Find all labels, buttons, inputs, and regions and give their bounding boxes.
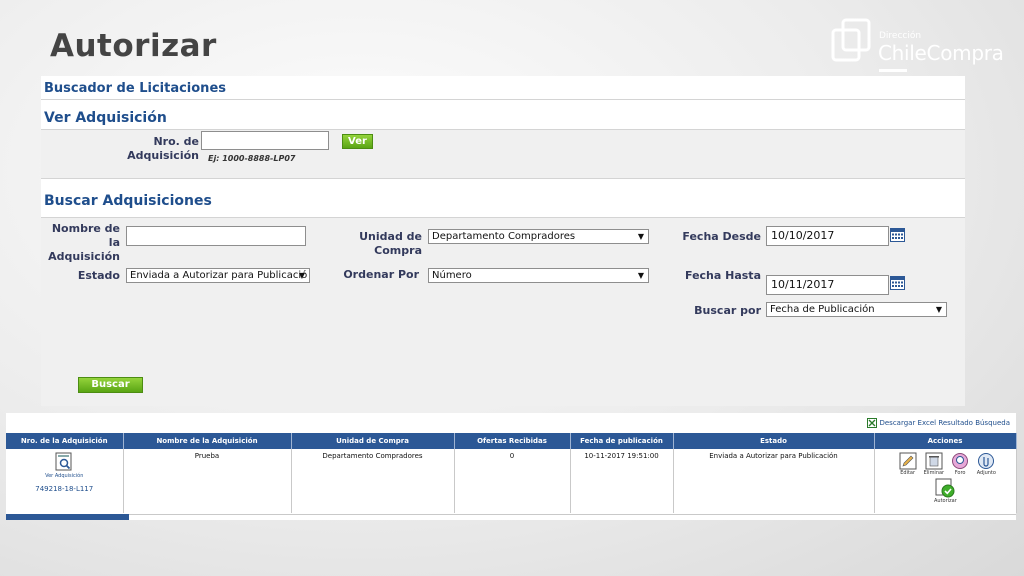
buscador-title: Buscador de Licitaciones <box>41 76 965 100</box>
cell-acciones: Editar Eliminar Foro Adjunto Autorizar <box>874 449 1017 513</box>
cell-ofertas: 0 <box>454 449 571 513</box>
editar-action[interactable]: Editar <box>897 452 919 476</box>
logo-underline <box>879 69 907 72</box>
ver-adquisicion-title: Ver Adquisición <box>41 100 965 130</box>
col-nombre: Nombre de la Adquisición <box>123 433 292 449</box>
excel-icon <box>867 418 878 428</box>
nombre-input[interactable] <box>126 226 306 246</box>
foro-label: Foro <box>954 470 966 476</box>
chevron-down-icon: ▼ <box>637 271 644 280</box>
attachment-icon <box>978 453 995 469</box>
logo-big-text: ChileCompra <box>878 41 1004 65</box>
excel-download-label: Descargar Excel Resultado Búsqueda <box>879 419 1010 427</box>
estado-value: Enviada a Autorizar para Publicació <box>130 270 308 281</box>
ordenar-por-select[interactable]: Número ▼ <box>428 268 649 283</box>
fecha-desde-label: Fecha Desde <box>682 230 761 243</box>
col-unidad: Unidad de Compra <box>291 433 455 449</box>
fecha-desde-input[interactable]: 10/10/2017 <box>766 226 889 246</box>
eliminar-action[interactable]: Eliminar <box>923 452 945 476</box>
delete-icon <box>925 452 943 470</box>
cell-nombre: Prueba <box>123 449 292 513</box>
nombre-label: Nombre de la Adquisición <box>44 222 120 264</box>
ver-adquisicion-label: Ver Adquisición <box>45 473 84 479</box>
cell-fecha: 10-11-2017 19:51:00 <box>570 449 674 513</box>
fecha-hasta-input[interactable]: 10/11/2017 <box>766 275 889 295</box>
chevron-down-icon: ▼ <box>298 271 305 280</box>
col-acciones: Acciones <box>874 433 1017 449</box>
autorizar-label: Autorizar <box>934 498 957 504</box>
forum-icon <box>952 453 969 469</box>
chevron-down-icon: ▼ <box>637 232 644 241</box>
cell-nro: Ver Adquisición 749218-18-L117 <box>6 449 124 513</box>
logo-small-text: Dirección <box>879 31 922 41</box>
ver-adquisicion-action[interactable]: Ver Adquisición <box>45 452 83 479</box>
estado-label: Estado <box>77 269 120 282</box>
adjunto-label: Adjunto <box>976 470 996 476</box>
buscar-adquisiciones-title: Buscar Adquisiciones <box>41 178 965 218</box>
nro-adquisicion-hint: Ej: 1000-8888-LP07 <box>208 154 296 163</box>
chevron-down-icon: ▼ <box>935 305 942 314</box>
ordenar-por-value: Número <box>432 270 472 281</box>
col-ofertas: Ofertas Recibidas <box>454 433 571 449</box>
buscar-por-label: Buscar por <box>694 304 761 317</box>
nro-adquisicion-link[interactable]: 749218-18-L117 <box>6 485 123 493</box>
buscar-por-value: Fecha de Publicación <box>770 304 875 315</box>
logo-mark-icon <box>831 18 871 62</box>
editar-label: Editar <box>900 470 916 476</box>
estado-select[interactable]: Enviada a Autorizar para Publicació ▼ <box>126 268 310 283</box>
eliminar-label: Eliminar <box>923 470 945 476</box>
nro-adquisicion-input[interactable] <box>201 131 329 150</box>
calendar-icon[interactable] <box>890 275 905 290</box>
slide-title: Autorizar <box>50 28 217 64</box>
cell-estado: Enviada a Autorizar para Publicación <box>673 449 875 513</box>
cell-unidad: Departamento Compradores <box>291 449 455 513</box>
excel-download-link[interactable]: Descargar Excel Resultado Búsqueda <box>867 418 1010 428</box>
adjunto-action[interactable]: Adjunto <box>975 452 997 476</box>
buscar-button[interactable]: Buscar <box>78 377 143 393</box>
col-fecha: Fecha de publicación <box>570 433 674 449</box>
view-document-icon <box>55 452 72 471</box>
chilecompra-logo: Dirección ChileCompra <box>830 14 1004 76</box>
buscar-por-select[interactable]: Fecha de Publicación ▼ <box>766 302 947 317</box>
nro-adquisicion-label: Nro. de Adquisición <box>127 135 199 162</box>
unidad-compra-value: Departamento Compradores <box>432 231 576 242</box>
unidad-compra-select[interactable]: Departamento Compradores ▼ <box>428 229 649 244</box>
table-footer-line <box>129 514 1016 515</box>
table-header-row: Nro. de la Adquisición Nombre de la Adqu… <box>6 433 1017 449</box>
results-panel: Descargar Excel Resultado Búsqueda Nro. … <box>6 413 1017 520</box>
search-panel: Buscador de Licitaciones Ver Adquisición… <box>41 76 965 406</box>
nombre-label-line1: Nombre de la <box>51 222 120 249</box>
autorizar-action[interactable]: Autorizar <box>934 478 957 504</box>
results-table: Nro. de la Adquisición Nombre de la Adqu… <box>6 433 1017 513</box>
table-footer-bar <box>6 514 129 520</box>
col-estado: Estado <box>673 433 875 449</box>
ver-button[interactable]: Ver <box>342 134 373 149</box>
unidad-compra-label: Unidad de Compra <box>359 230 422 257</box>
authorize-check-icon <box>935 478 955 498</box>
ordenar-por-label: Ordenar Por <box>343 268 419 281</box>
col-nro: Nro. de la Adquisición <box>6 433 124 449</box>
foro-action[interactable]: Foro <box>949 452 971 476</box>
calendar-icon[interactable] <box>890 227 905 242</box>
nombre-label-line2: Adquisición <box>48 250 120 263</box>
edit-icon <box>899 452 917 470</box>
fecha-hasta-label: Fecha Hasta <box>685 269 761 282</box>
table-row: Ver Adquisición 749218-18-L117 Prueba De… <box>6 449 1017 513</box>
